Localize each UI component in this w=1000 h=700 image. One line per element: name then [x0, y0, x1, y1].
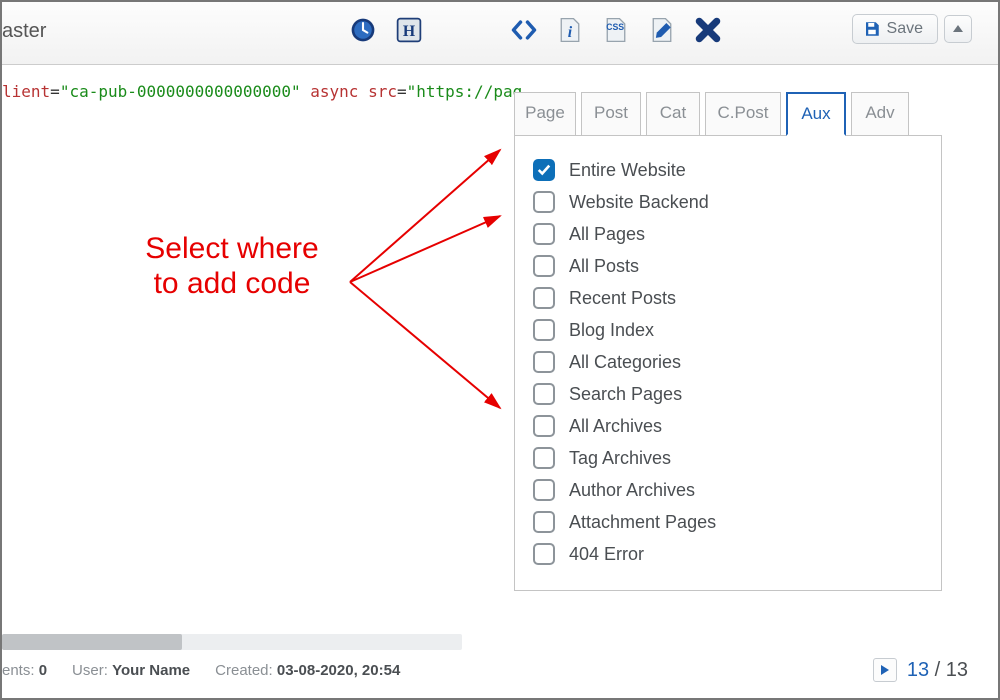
- aux-option[interactable]: Entire Website: [533, 154, 923, 186]
- aux-option-label: Attachment Pages: [569, 512, 716, 533]
- svg-text:CSS: CSS: [606, 22, 624, 32]
- aux-option[interactable]: Author Archives: [533, 474, 923, 506]
- pager: 13 / 13: [873, 658, 968, 682]
- aux-option-label: All Archives: [569, 416, 662, 437]
- top-toolbar: aster H i CSS: [2, 2, 998, 65]
- aux-option-label: Entire Website: [569, 160, 686, 181]
- tab-cat[interactable]: Cat: [646, 92, 700, 136]
- aux-option-label: Author Archives: [569, 480, 695, 501]
- checkbox[interactable]: [533, 383, 555, 405]
- checkbox[interactable]: [533, 511, 555, 533]
- close-icon[interactable]: [692, 14, 724, 46]
- aux-option[interactable]: All Archives: [533, 410, 923, 442]
- app-window: aster H i CSS: [0, 0, 1000, 700]
- aux-option[interactable]: Recent Posts: [533, 282, 923, 314]
- checkbox[interactable]: [533, 543, 555, 565]
- aux-option-label: 404 Error: [569, 544, 644, 565]
- aux-option-label: All Pages: [569, 224, 645, 245]
- toolbar-icons: H i CSS: [347, 14, 724, 46]
- checkbox[interactable]: [533, 319, 555, 341]
- aux-option-label: Recent Posts: [569, 288, 676, 309]
- aux-option-label: Search Pages: [569, 384, 682, 405]
- checkbox[interactable]: [533, 447, 555, 469]
- collapse-toggle[interactable]: [944, 15, 972, 43]
- svg-text:i: i: [568, 24, 573, 41]
- aux-option[interactable]: All Categories: [533, 346, 923, 378]
- pager-next-button[interactable]: [873, 658, 897, 682]
- aux-option[interactable]: Blog Index: [533, 314, 923, 346]
- scrollbar-thumb[interactable]: [2, 634, 182, 650]
- tab-page[interactable]: Page: [514, 92, 576, 136]
- tab-post[interactable]: Post: [581, 92, 641, 136]
- location-panel: Page Post Cat C.Post Aux Adv Entire Webs…: [514, 92, 942, 591]
- status-bar: ents: 0 User: Your Name Created: 03-08-2…: [2, 634, 998, 686]
- save-group: Save: [852, 14, 972, 44]
- code-icon[interactable]: [508, 14, 540, 46]
- aux-option[interactable]: Search Pages: [533, 378, 923, 410]
- tab-adv[interactable]: Adv: [851, 92, 909, 136]
- aux-option-label: Blog Index: [569, 320, 654, 341]
- header-h-icon[interactable]: H: [393, 14, 425, 46]
- history-icon[interactable]: [347, 14, 379, 46]
- checkbox[interactable]: [533, 223, 555, 245]
- aux-option-label: All Categories: [569, 352, 681, 373]
- save-label: Save: [887, 20, 923, 38]
- aux-option[interactable]: Website Backend: [533, 186, 923, 218]
- aux-option-label: Website Backend: [569, 192, 709, 213]
- tab-aux[interactable]: Aux: [786, 92, 846, 136]
- tab-cpost[interactable]: C.Post: [705, 92, 781, 136]
- info-icon[interactable]: i: [554, 14, 586, 46]
- aux-options-list: Entire Website Website Backend All Pages Al…: [514, 135, 942, 591]
- aux-option[interactable]: Tag Archives: [533, 442, 923, 474]
- chevron-up-icon: [953, 24, 963, 34]
- checkbox[interactable]: [533, 479, 555, 501]
- aux-option-label: All Posts: [569, 256, 639, 277]
- checkbox[interactable]: [533, 159, 555, 181]
- page-title: aster: [2, 20, 46, 43]
- annotation-callout: Select where to add code: [117, 232, 347, 301]
- status-meta: ents: 0 User: Your Name Created: 03-08-2…: [2, 662, 400, 679]
- aux-option[interactable]: 404 Error: [533, 538, 923, 570]
- edit-icon[interactable]: [646, 14, 678, 46]
- checkbox[interactable]: [533, 191, 555, 213]
- aux-option-label: Tag Archives: [569, 448, 671, 469]
- location-tabs: Page Post Cat C.Post Aux Adv: [514, 92, 942, 136]
- aux-option[interactable]: All Pages: [533, 218, 923, 250]
- aux-option[interactable]: Attachment Pages: [533, 506, 923, 538]
- svg-text:H: H: [403, 23, 415, 40]
- aux-option[interactable]: All Posts: [533, 250, 923, 282]
- pager-text: 13 / 13: [907, 659, 968, 682]
- checkbox[interactable]: [533, 415, 555, 437]
- css-icon[interactable]: CSS: [600, 14, 632, 46]
- checkbox[interactable]: [533, 287, 555, 309]
- save-icon: [863, 20, 881, 38]
- checkbox[interactable]: [533, 255, 555, 277]
- horizontal-scrollbar[interactable]: [2, 634, 462, 650]
- checkbox[interactable]: [533, 351, 555, 373]
- play-icon: [880, 665, 890, 675]
- save-button[interactable]: Save: [852, 14, 938, 44]
